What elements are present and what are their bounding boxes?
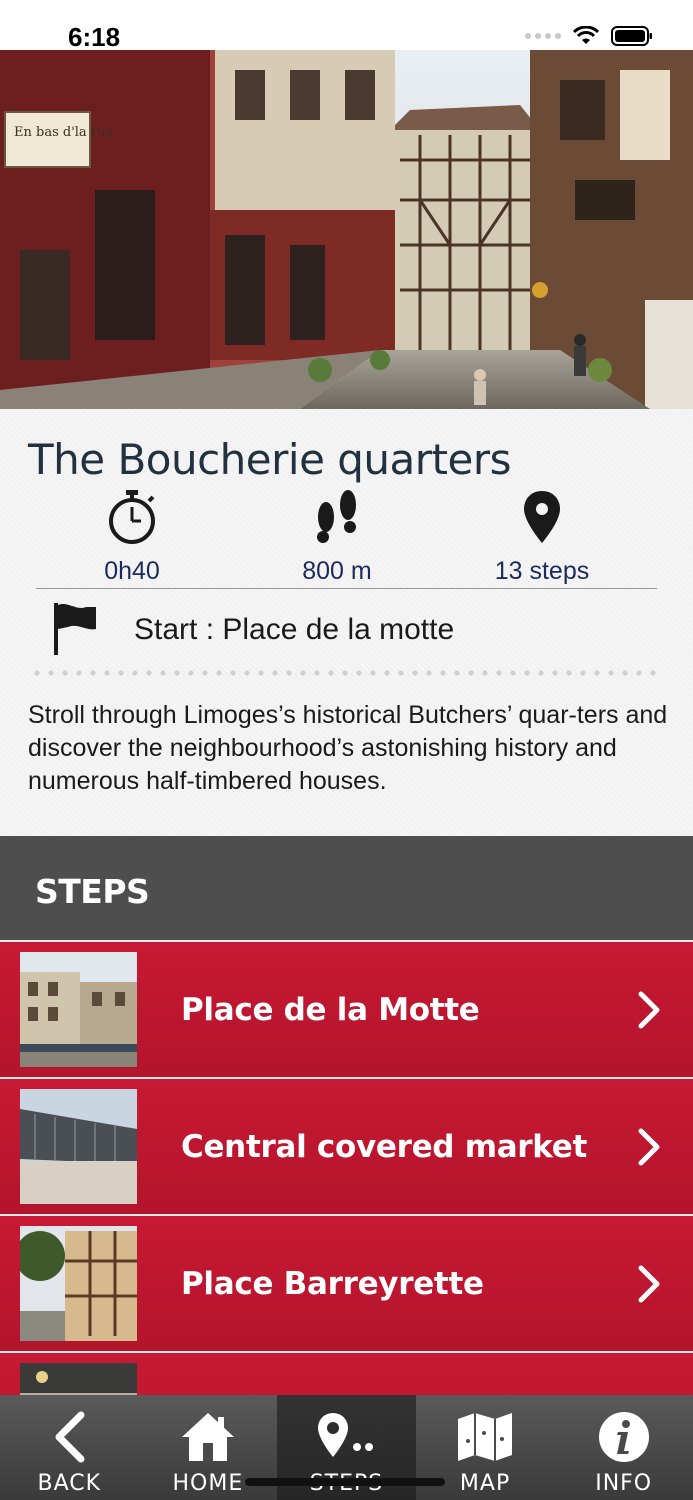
status-time: 6:18 bbox=[68, 22, 121, 52]
step-thumbnail bbox=[20, 1226, 137, 1341]
signal-icon bbox=[525, 33, 561, 39]
steps-title: STEPS bbox=[35, 872, 150, 911]
home-icon bbox=[181, 1413, 234, 1461]
info-icon bbox=[598, 1412, 649, 1462]
home-indicator bbox=[245, 1478, 445, 1486]
divider bbox=[36, 588, 657, 589]
chevron-right-icon bbox=[638, 1265, 660, 1303]
step-thumbnail bbox=[20, 1089, 137, 1204]
steps-icon bbox=[318, 1413, 374, 1457]
tab-info[interactable]: INFO bbox=[554, 1395, 693, 1500]
flag-icon bbox=[54, 603, 96, 655]
steps-count-stat: 13 steps bbox=[442, 485, 642, 586]
steps-count-value: 13 steps bbox=[494, 557, 590, 585]
battery-icon bbox=[611, 26, 652, 46]
start-location: Start : Place de la motte bbox=[52, 601, 652, 661]
wifi-icon bbox=[573, 26, 599, 44]
steps-header: STEPS bbox=[0, 836, 693, 940]
map-icon bbox=[458, 1413, 513, 1461]
step-item-place-de-la-motte[interactable]: Place de la Motte bbox=[0, 940, 693, 1077]
chevron-right-icon bbox=[638, 1128, 660, 1166]
tab-back[interactable]: BACK bbox=[0, 1395, 139, 1500]
step-item-place-barreyrette[interactable]: Place Barreyrette bbox=[0, 1214, 693, 1351]
distance-value: 800 m bbox=[302, 557, 372, 585]
hero-sign: En bas d'la rue bbox=[14, 125, 113, 140]
tab-info-label: INFO bbox=[595, 1471, 653, 1496]
tour-info-card: The Boucherie quarters 0h40 800 m 13 ste… bbox=[0, 409, 693, 836]
step-label: Place Barreyrette bbox=[181, 1266, 484, 1302]
stopwatch-icon bbox=[109, 490, 155, 544]
footsteps-icon bbox=[317, 490, 356, 543]
step-item-central-covered-market[interactable]: Central covered market bbox=[0, 1077, 693, 1214]
tab-back-label: BACK bbox=[37, 1471, 102, 1496]
back-icon bbox=[55, 1411, 85, 1463]
step-label: Place de la Motte bbox=[181, 992, 480, 1028]
status-bar: 6:18 bbox=[0, 0, 693, 52]
step-thumbnail bbox=[20, 952, 137, 1067]
step-item-partial[interactable] bbox=[0, 1351, 693, 1395]
step-thumbnail bbox=[20, 1363, 137, 1395]
steps-list[interactable]: Place de la Motte Central covered market bbox=[0, 940, 693, 1395]
tour-description: Stroll through Limoges’s historical Butc… bbox=[28, 701, 668, 795]
start-label: Start : Place de la motte bbox=[134, 613, 455, 646]
hero-image: En bas d'la rue bbox=[0, 50, 693, 409]
dotted-divider bbox=[30, 669, 657, 677]
duration-stat: 0h40 bbox=[32, 485, 232, 586]
duration-value: 0h40 bbox=[104, 557, 160, 585]
tour-title: The Boucherie quarters bbox=[28, 435, 512, 484]
step-label: Central covered market bbox=[181, 1129, 588, 1165]
chevron-right-icon bbox=[638, 991, 660, 1029]
location-pin-icon bbox=[524, 491, 560, 543]
distance-stat: 800 m bbox=[237, 485, 437, 586]
